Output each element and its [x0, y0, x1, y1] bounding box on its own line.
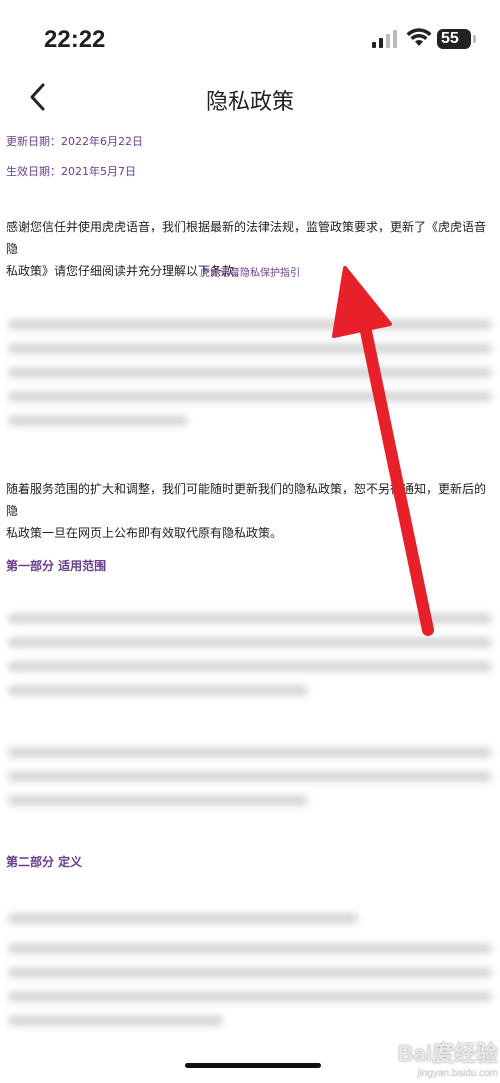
section-2-heading: 第二部分 定义 — [6, 855, 83, 869]
baidu-jingyan-watermark: Bai度经验 jingyan.baidu.com — [382, 1036, 498, 1080]
updated-date: 更新日期：2022年6月22日 — [6, 135, 143, 148]
policy-content[interactable]: 更新日期：2022年6月22日 生效日期：2021年5月7日 感谢您信任并使用虎… — [0, 0, 500, 1083]
section-1-heading: 第一部分 适用范围 — [6, 559, 107, 573]
watermark-logo: Bai度经验 — [397, 1041, 498, 1066]
notice-line-1: 随着服务范围的扩大和调整，我们可能随时更新我们的隐私政策，恕不另行通知，更新后的… — [6, 482, 487, 518]
notice-paragraph: 随着服务范围的扩大和调整，我们可能随时更新我们的隐私政策，恕不另行通知，更新后的… — [6, 478, 494, 544]
notice-line-2: 私政策一旦在网页上公布即有效取代原有隐私政策。 — [6, 526, 283, 540]
home-indicator[interactable] — [185, 1063, 321, 1068]
watermark-url: jingyan.baidu.com — [417, 1068, 498, 1079]
effective-date: 生效日期：2021年5月7日 — [6, 165, 136, 178]
privacy-guide-link[interactable]: 虎虎语音隐私保护指引 — [0, 264, 500, 279]
intro-line-1: 感谢您信任并使用虎虎语音，我们根据最新的法律法规，监管政策要求，更新了《虎虎语音… — [6, 220, 487, 256]
